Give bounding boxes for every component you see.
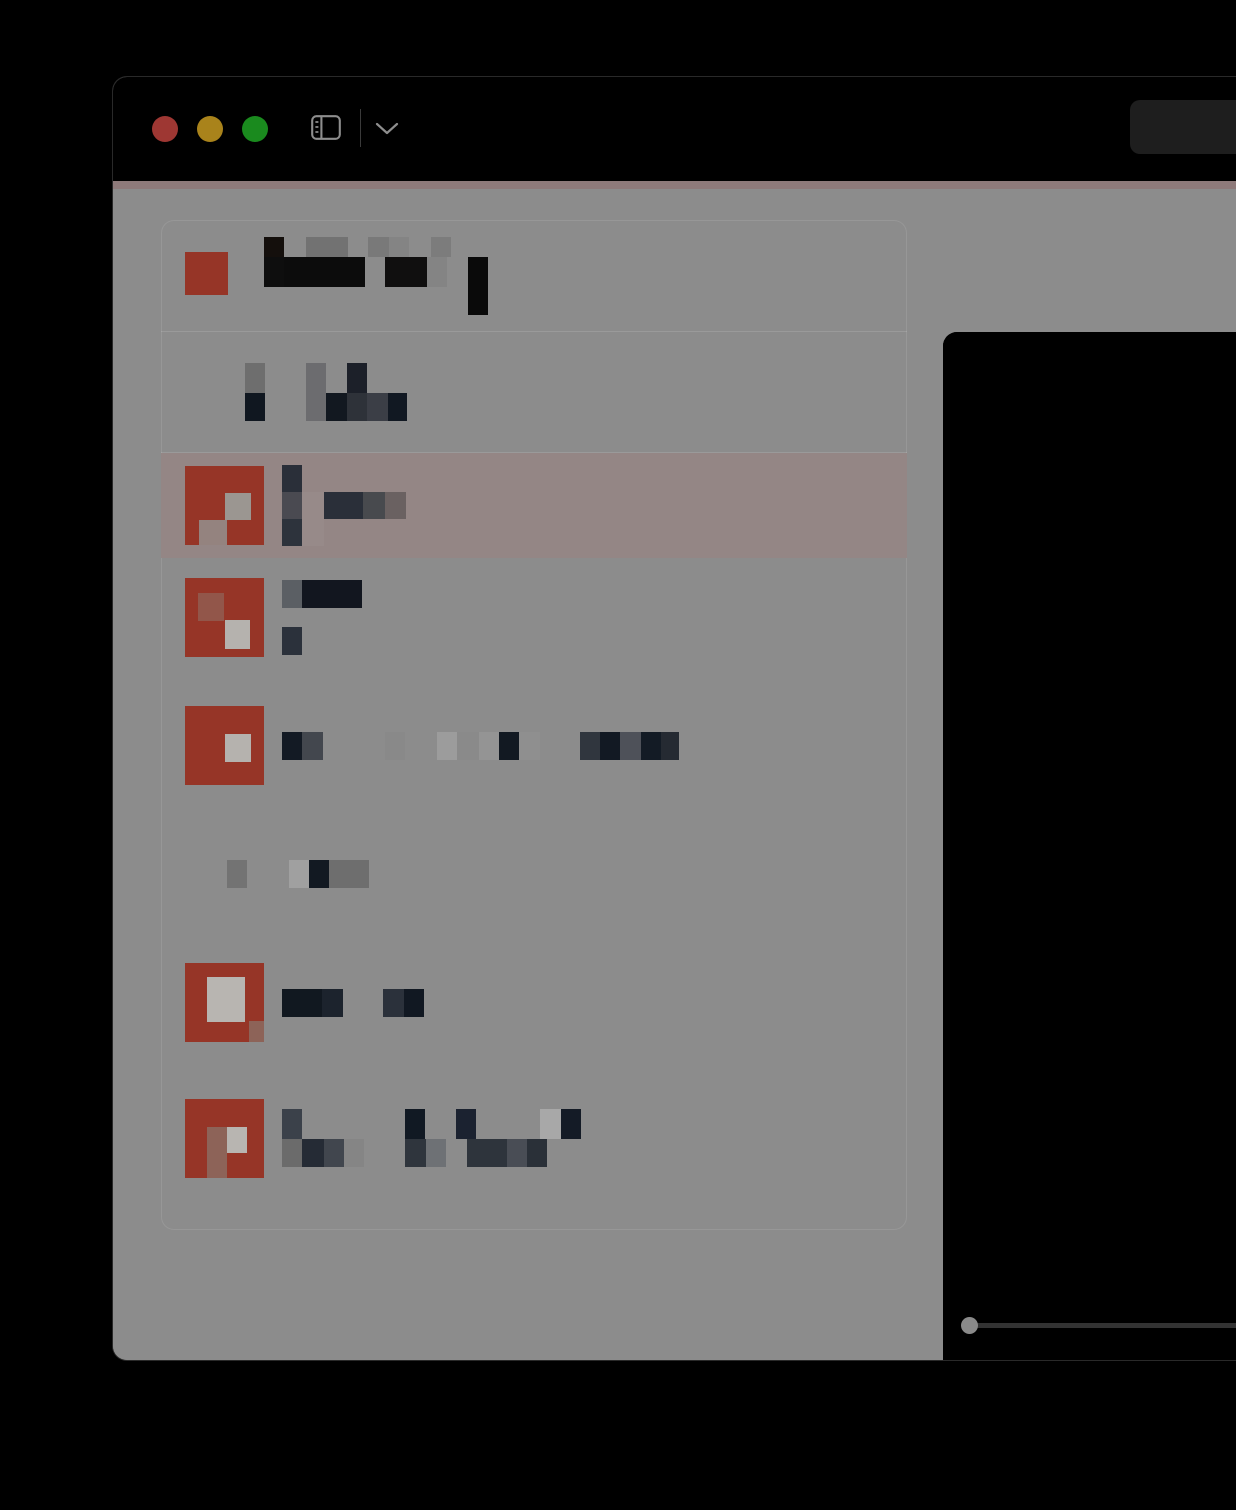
- list-item[interactable]: [161, 934, 907, 1071]
- scrubber-track[interactable]: [975, 1323, 1236, 1328]
- chevron-down-icon: [375, 122, 399, 134]
- close-button[interactable]: [152, 116, 178, 142]
- redacted-label: [224, 363, 407, 421]
- video-player-panel[interactable]: [943, 332, 1236, 1360]
- redacted-message: [282, 731, 679, 760]
- list-item[interactable]: [161, 558, 907, 677]
- zoom-button[interactable]: [242, 116, 268, 142]
- toolbar-separator: [360, 109, 361, 147]
- sidebar-toggle-button[interactable]: [306, 110, 346, 145]
- conversation-list-card: [161, 220, 907, 1230]
- video-scrubber[interactable]: [961, 1315, 1236, 1335]
- redacted-title: [264, 236, 488, 315]
- avatar: [185, 963, 264, 1042]
- list-section-label: [161, 814, 907, 934]
- accent-stripe: [113, 181, 1236, 189]
- app-window: Made in Journey: [113, 77, 1236, 1360]
- sidebar-toggle-icon: [311, 115, 341, 140]
- list-header-row[interactable]: [161, 220, 907, 331]
- list-item[interactable]: [161, 677, 907, 814]
- redacted-label: [227, 860, 369, 888]
- avatar: [185, 466, 264, 545]
- list-item[interactable]: [161, 453, 907, 558]
- scrubber-handle[interactable]: [961, 1317, 978, 1334]
- list-item[interactable]: [161, 1071, 907, 1205]
- address-bar[interactable]: [1130, 100, 1236, 154]
- video-stage[interactable]: [943, 332, 1236, 1305]
- avatar: [185, 252, 228, 295]
- avatar: [185, 578, 264, 657]
- tab-overview-button[interactable]: [368, 113, 406, 143]
- redacted-message: [282, 988, 424, 1017]
- redacted-message: [282, 580, 362, 655]
- title-bar: [113, 77, 1236, 181]
- avatar: [185, 706, 264, 785]
- avatar: [185, 1098, 264, 1178]
- redacted-message: [282, 465, 406, 546]
- redacted-message: [282, 1109, 581, 1167]
- window-body: Made in Journey: [113, 189, 1236, 1360]
- list-section-label: [161, 332, 907, 452]
- traffic-lights: [152, 116, 268, 142]
- minimize-button[interactable]: [197, 116, 223, 142]
